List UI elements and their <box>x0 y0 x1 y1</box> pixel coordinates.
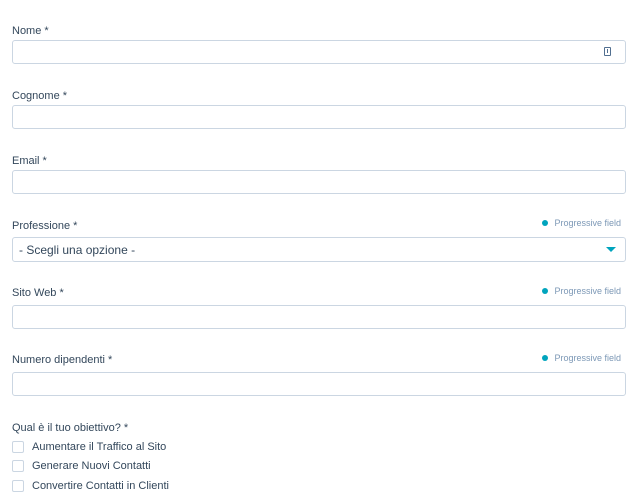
cognome-input[interactable] <box>12 105 626 129</box>
objective-option[interactable]: Convertire Contatti in Clienti <box>12 480 169 492</box>
objective-option-label: Convertire Contatti in Clienti <box>32 480 169 492</box>
numero-dipendenti-label: Numero dipendenti * <box>12 354 113 366</box>
nome-label: Nome * <box>12 25 49 37</box>
contact-card-icon[interactable] <box>604 47 611 56</box>
progressive-field-label: Progressive field <box>554 286 621 296</box>
checkbox[interactable] <box>12 441 24 453</box>
email-label: Email * <box>12 155 47 167</box>
nome-input[interactable] <box>12 40 626 64</box>
dot-icon <box>542 355 549 361</box>
professione-select[interactable]: - Scegli una opzione - <box>12 237 626 262</box>
objective-option-label: Aumentare il Traffico al Sito <box>32 441 167 453</box>
progressive-field-indicator: Progressive field <box>542 218 621 228</box>
email-input[interactable] <box>12 170 626 194</box>
objective-option[interactable]: Aumentare il Traffico al Sito <box>12 441 166 453</box>
progressive-field-indicator: Progressive field <box>542 286 621 296</box>
cognome-label: Cognome * <box>12 90 68 102</box>
select-value: - Scegli una opzione - <box>19 243 136 257</box>
numero-dipendenti-input[interactable] <box>12 372 626 396</box>
objective-label: Qual è il tuo obiettivo? * <box>12 422 129 434</box>
sito-web-label: Sito Web * <box>12 287 64 299</box>
progressive-field-label: Progressive field <box>554 218 621 228</box>
dot-icon <box>542 220 549 226</box>
dot-icon <box>542 288 549 294</box>
professione-label: Professione * <box>12 220 78 232</box>
caret-down-icon <box>606 247 616 252</box>
progressive-field-label: Progressive field <box>554 353 621 363</box>
objective-option[interactable]: Generare Nuovi Contatti <box>12 460 151 472</box>
objective-option-label: Generare Nuovi Contatti <box>32 460 151 472</box>
checkbox[interactable] <box>12 480 24 492</box>
progressive-field-indicator: Progressive field <box>542 353 621 363</box>
sito-web-input[interactable] <box>12 305 626 329</box>
checkbox[interactable] <box>12 460 24 472</box>
